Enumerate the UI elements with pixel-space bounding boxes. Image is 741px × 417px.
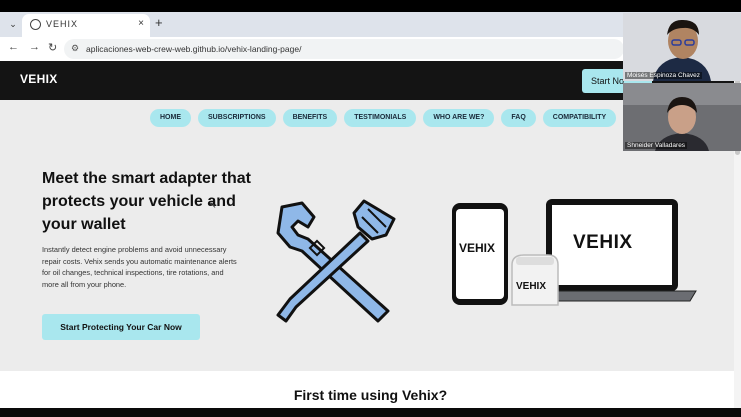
- url-text[interactable]: aplicaciones-web-crew-web.github.io/vehi…: [86, 44, 301, 54]
- nav-faq[interactable]: FAQ: [501, 109, 536, 127]
- nav-testimonials[interactable]: TESTIMONIALS: [344, 109, 417, 127]
- participant-1-name: Moisés Espinoza Chavez: [625, 72, 702, 79]
- address-bar[interactable]: ⚙ aplicaciones-web-crew-web.github.io/ve…: [64, 39, 624, 59]
- site-nav: HOME SUBSCRIPTIONS BENEFITS TESTIMONIALS…: [150, 109, 617, 127]
- nav-subscriptions[interactable]: SUBSCRIPTIONS: [198, 109, 276, 127]
- participant-1-avatar: [623, 13, 741, 81]
- close-tab-icon[interactable]: ×: [138, 18, 144, 29]
- nav-home[interactable]: HOME: [150, 109, 191, 127]
- site-info-icon[interactable]: ⚙: [71, 43, 79, 54]
- browser-tab[interactable]: VEHIX ×: [22, 14, 150, 37]
- participant-2-avatar: [623, 83, 741, 151]
- forward-button[interactable]: →: [29, 41, 40, 53]
- phone-brand-label: VEHIX: [459, 241, 496, 255]
- nav-compatibility[interactable]: COMPATIBILITY: [542, 109, 617, 127]
- screen-bottom-bar: [0, 408, 741, 417]
- favicon-icon: [30, 19, 41, 30]
- section-title: First time using Vehix?: [293, 387, 448, 403]
- participant-2-name: Shneider Valladares: [625, 142, 688, 149]
- site-logo[interactable]: VEHIX: [20, 72, 58, 86]
- nav-benefits[interactable]: BENEFITS: [282, 109, 338, 127]
- video-tile-1[interactable]: Moisés Espinoza Chavez: [623, 13, 741, 81]
- reload-button[interactable]: ↻: [48, 41, 57, 54]
- back-button[interactable]: ←: [8, 41, 19, 53]
- hero-title: Meet the smart adapter that protects you…: [42, 170, 251, 233]
- laptop-brand-label: VEHIX: [573, 232, 633, 253]
- tab-title: VEHIX: [46, 19, 79, 29]
- nav-who-are-we[interactable]: WHO ARE WE?: [423, 109, 495, 127]
- first-time-section: First time using Vehix?: [0, 371, 741, 408]
- mouse-cursor-icon: ↖: [209, 200, 217, 210]
- hero-cta-button[interactable]: Start Protecting Your Car Now: [42, 314, 200, 340]
- wrench-screwdriver-icon: [276, 199, 396, 323]
- video-tile-2[interactable]: Shneider Valladares: [623, 83, 741, 151]
- hero-description: Instantly detect engine problems and avo…: [42, 245, 237, 289]
- new-tab-button[interactable]: +: [155, 15, 163, 30]
- adapter-brand-label: VEHIX: [516, 281, 547, 292]
- tab-search-icon[interactable]: ⌄: [6, 17, 20, 31]
